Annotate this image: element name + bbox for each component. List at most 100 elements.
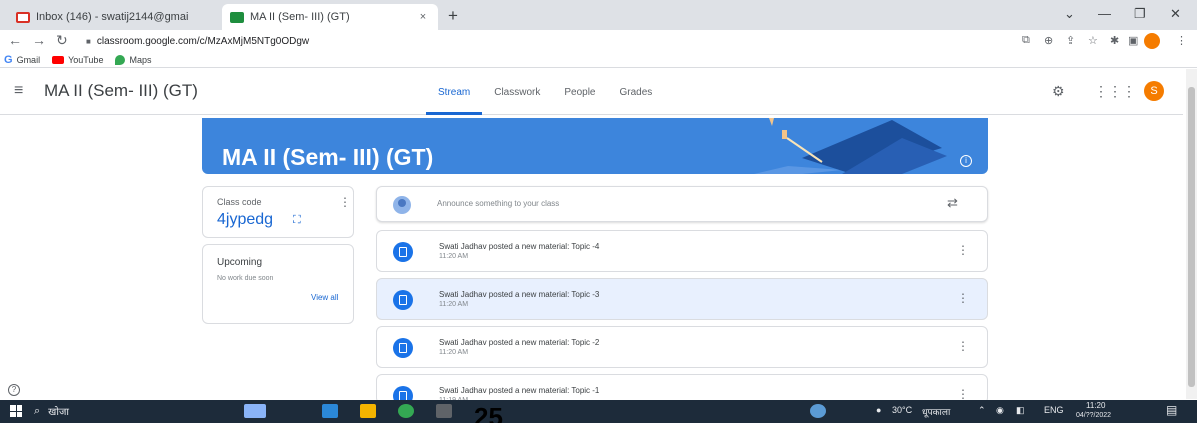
stream-post[interactable]: Swati Jadhav posted a new material: Topi… [376,278,988,320]
more-options-icon[interactable]: ⋮ [339,195,351,209]
gmail-icon [16,11,30,23]
browser-toolbar: ← → ↻ ■ classroom.google.com/c/MzAxMjM5N… [0,30,1197,52]
info-icon[interactable]: i [960,155,972,167]
user-avatar[interactable]: S [1144,81,1164,101]
post-menu-icon[interactable]: ⋮ [957,291,969,305]
side-panel-icon[interactable]: ▣ [1128,34,1138,47]
maximize-button[interactable]: ❐ [1134,6,1146,22]
post-title: Swati Jadhav posted a new material: Topi… [439,290,600,299]
tab-search-icon[interactable]: ⌄ [1064,6,1075,22]
language-indicator[interactable]: ENG [1044,405,1064,415]
weather-icon: ● [876,405,882,415]
windows-start-icon[interactable] [10,405,22,417]
page-scrollbar[interactable] [1186,69,1197,399]
tab-title: MA II (Sem- III) (GT) [250,11,350,23]
google-apps-icon[interactable]: ⋮⋮⋮ [1094,83,1136,100]
class-code-label: Class code [217,197,262,207]
forward-arrow-icon[interactable]: → [32,32,46,48]
bookmark-gmail[interactable]: G Gmail [4,54,40,66]
notifications-icon[interactable]: ▤ [1166,403,1177,417]
app-icon[interactable] [810,404,826,418]
network-icon[interactable]: ◉ [996,405,1004,416]
bookmarks-bar: G Gmail YouTube Maps [0,52,1197,68]
clock-time[interactable]: 11:20 [1086,401,1105,410]
taskbar-search[interactable]: ⌕ खोजा [34,404,69,419]
reload-icon[interactable]: ↻ [56,32,68,49]
tab-close-icon[interactable]: × [416,11,430,23]
page-number-overlay: 25 [474,402,503,423]
store-icon[interactable] [436,404,452,418]
banner-title: MA II (Sem- III) (GT) [222,144,434,170]
post-menu-icon[interactable]: ⋮ [957,387,969,401]
new-tab-button[interactable]: + [448,6,458,26]
upcoming-note: No work due soon [217,275,274,282]
google-icon: G [4,53,13,66]
class-title: MA II (Sem- III) (GT) [44,81,198,100]
class-code-card: Class code 4jypedg ⛶ ⋮ [202,186,354,238]
material-icon [393,290,413,310]
settings-gear-icon[interactable]: ⚙ [1052,83,1065,100]
address-bar[interactable]: ■ classroom.google.com/c/MzAxMjM5NTg0ODg… [86,32,1016,50]
file-explorer-icon[interactable] [360,404,376,418]
browser-profile-avatar[interactable] [1144,33,1160,49]
tab-grades[interactable]: Grades [608,69,665,115]
post-time: 11:20 AM [439,301,469,308]
zoom-icon[interactable]: ⊕ [1044,34,1053,47]
edge-icon[interactable] [322,404,338,418]
help-icon[interactable]: ? [8,384,20,396]
material-icon [393,338,413,358]
scrollbar-thumb[interactable] [1188,87,1195,387]
browser-tab-strip: Inbox (146) - swatij2144@gmai × MA II (S… [0,0,1197,30]
tab-stream[interactable]: Stream [426,69,483,115]
tab-title: Inbox (146) - swatij2144@gmai [36,11,189,23]
post-title: Swati Jadhav posted a new material: Topi… [439,242,600,251]
user-avatar-icon [393,196,411,214]
lock-icon: ■ [86,36,91,46]
repost-icon[interactable]: ⇄ [947,195,958,211]
classroom-icon [230,11,244,23]
clock-date[interactable]: 04/??/2022 [1076,412,1111,419]
post-time: 11:20 AM [439,349,469,356]
stream-post[interactable]: Swati Jadhav posted a new material: Topi… [376,326,988,368]
weather-desc: धूपकाला [922,407,951,417]
task-view-icon[interactable] [244,404,266,418]
post-menu-icon[interactable]: ⋮ [957,243,969,257]
close-window-button[interactable]: ✕ [1170,6,1181,22]
classroom-header: ≡ MA II (Sem- III) (GT) Stream Classwork… [0,69,1183,115]
view-all-link[interactable]: View all [311,293,338,302]
stream-post[interactable]: Swati Jadhav posted a new material: Topi… [376,230,988,272]
bookmark-youtube[interactable]: YouTube [52,55,103,65]
tray-chevron-icon[interactable]: ⌃ [978,405,986,416]
youtube-icon [52,55,65,64]
maps-icon [115,54,126,65]
upcoming-label: Upcoming [217,257,263,268]
chrome-icon[interactable] [398,404,414,418]
browser-menu-icon[interactable]: ⋮ [1176,34,1187,47]
extensions-icon[interactable]: ✱ [1110,34,1119,47]
tab-classwork[interactable]: Classwork [482,69,552,115]
announce-placeholder: Announce something to your class [437,199,560,208]
bookmark-maps[interactable]: Maps [115,54,151,65]
fullscreen-icon[interactable]: ⛶ [293,214,301,227]
post-title: Swati Jadhav posted a new material: Topi… [439,338,600,347]
volume-icon[interactable]: ◧ [1016,405,1025,416]
announce-box[interactable]: Announce something to your class ⇄ [376,186,988,222]
tab-people[interactable]: People [552,69,607,115]
hamburger-menu-icon[interactable]: ≡ [14,82,23,100]
class-code-value: 4jypedg [217,211,274,228]
tab-gmail-inbox[interactable]: Inbox (146) - swatij2144@gmai × [8,4,240,30]
tab-classroom[interactable]: MA II (Sem- III) (GT) × [222,4,438,30]
post-menu-icon[interactable]: ⋮ [957,339,969,353]
install-app-icon[interactable]: ⧉ [1022,34,1030,47]
search-icon: ⌕ [34,404,41,417]
weather-temp[interactable]: 30°C [892,405,912,415]
material-icon [393,242,413,262]
windows-taskbar: ⌕ खोजा ● 30°C धूपकाला ⌃ ◉ ◧ ENG 11:20 04… [0,400,1197,423]
class-tabs: Stream Classwork People Grades [426,69,664,115]
back-arrow-icon[interactable]: ← [8,32,22,48]
share-icon[interactable]: ⇪ [1066,34,1075,47]
class-banner: MA II (Sem- III) (GT) i [202,118,988,174]
bookmark-star-icon[interactable]: ☆ [1088,34,1098,47]
taskbar-search-text: खोजा [48,407,69,418]
minimize-button[interactable]: — [1098,6,1111,21]
